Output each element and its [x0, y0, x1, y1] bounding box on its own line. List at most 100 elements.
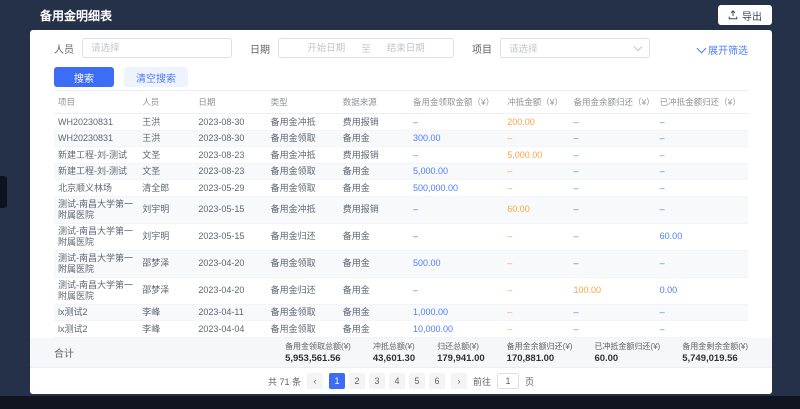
cell-offset-amount: – [503, 250, 569, 277]
cell-received-amount: – [409, 114, 503, 131]
cell-type: 备用金领取 [267, 180, 339, 197]
cell-received-amount: 10,000.00 [409, 321, 503, 338]
table-row[interactable]: lx测试2李峰2023-04-11备用金领取备用金1,000.00––– [54, 304, 748, 321]
expand-filters-link[interactable]: 展开筛选 [698, 42, 748, 57]
summary-group: 备用金余额归还(¥)170,881.00 [507, 341, 573, 364]
table-row[interactable]: 新建工程-刘-测试文圣2023-08-23备用金冲抵费用报销–5,000.00–… [54, 147, 748, 164]
table-row[interactable]: WH20230831王洪2023-08-30备用金冲抵费用报销–200.00–– [54, 114, 748, 131]
cell-type: 备用金领取 [267, 321, 339, 338]
summary-group-label: 备用金领取总额(¥) [285, 341, 351, 352]
cell-type: 备用金归还 [267, 223, 339, 250]
page-number-button[interactable]: 2 [349, 373, 365, 389]
summary-group: 备用金剩余金额(¥)5,749,019.56 [682, 341, 748, 364]
prev-page-button[interactable]: ‹ [307, 373, 323, 389]
cell-offset-amount: 60.00 [503, 196, 569, 223]
cell-received-amount: 500.00 [409, 250, 503, 277]
cell-type: 备用金冲抵 [267, 114, 339, 131]
cell-received-amount: – [409, 223, 503, 250]
sidebar-collapse-handle[interactable] [0, 176, 7, 208]
col-header-source: 数据来源 [339, 91, 409, 114]
data-table: 项目 人员 日期 类型 数据来源 备用金领取金额（¥） 冲抵金额（¥） 备用金余… [30, 90, 772, 338]
cell-received-amount: 300.00 [409, 130, 503, 147]
date-end-input[interactable] [375, 43, 437, 54]
cell-source: 备用金 [339, 277, 409, 304]
bottom-taskbar [0, 396, 800, 409]
cell-project: lx测试2 [54, 304, 138, 321]
goto-page-prefix: 前往 [473, 375, 491, 388]
cell-balance-return: – [569, 196, 655, 223]
cell-project: lx测试2 [54, 321, 138, 338]
cell-person: 刘宇明 [138, 223, 194, 250]
page-number-button[interactable]: 5 [409, 373, 425, 389]
table-row[interactable]: 测试-南昌大学第一附属医院刘宇明2023-05-15备用金归还备用金–––60.… [54, 223, 748, 250]
cell-balance-return: – [569, 130, 655, 147]
cell-type: 备用金领取 [267, 250, 339, 277]
cell-project: WH20230831 [54, 130, 138, 147]
cell-balance-return: 100.00 [569, 277, 655, 304]
summary-group-label: 备用金余额归还(¥) [507, 341, 573, 352]
project-select[interactable]: 请选择 [500, 38, 650, 58]
page-title: 备用金明细表 [40, 7, 112, 24]
cell-project: WH20230831 [54, 114, 138, 131]
export-button[interactable]: 导出 [718, 5, 772, 25]
col-header-balance-return: 备用金余额归还（¥） [569, 91, 655, 114]
col-header-received-amount: 备用金领取金额（¥） [409, 91, 503, 114]
pager-pages: 123456 [329, 373, 445, 389]
cell-project: 新建工程-刘-测试 [54, 163, 138, 180]
page-number-button[interactable]: 1 [329, 373, 345, 389]
cell-source: 备用金 [339, 180, 409, 197]
cell-source: 备用金 [339, 304, 409, 321]
date-start-input[interactable] [295, 43, 357, 54]
cell-received-amount: 5,000.00 [409, 163, 503, 180]
search-button[interactable]: 搜索 [54, 67, 114, 87]
date-filter: 日期 至 [250, 38, 454, 58]
next-page-button[interactable]: › [451, 373, 467, 389]
cell-date: 2023-04-20 [194, 277, 266, 304]
page-number-button[interactable]: 3 [369, 373, 385, 389]
table-row[interactable]: 测试-南昌大学第一附属医院邵梦泽2023-04-20备用金领取备用金500.00… [54, 250, 748, 277]
table-row[interactable]: 新建工程-刘-测试文圣2023-08-23备用金领取备用金5,000.00––– [54, 163, 748, 180]
goto-page-input[interactable] [497, 373, 519, 389]
summary-group: 备用金领取总额(¥)5,953,561.56 [285, 341, 351, 364]
cell-date: 2023-04-20 [194, 250, 266, 277]
page-number-button[interactable]: 4 [389, 373, 405, 389]
cell-date: 2023-05-15 [194, 223, 266, 250]
cell-person: 王洪 [138, 114, 194, 131]
cell-offset-return: – [656, 304, 748, 321]
cell-offset-return: – [656, 196, 748, 223]
col-header-type: 类型 [267, 91, 339, 114]
cell-date: 2023-08-30 [194, 114, 266, 131]
expand-filters-label: 展开筛选 [708, 42, 748, 57]
clear-search-button[interactable]: 清空搜索 [124, 67, 188, 87]
cell-source: 费用报销 [339, 147, 409, 164]
cell-offset-amount: – [503, 321, 569, 338]
cell-date: 2023-08-23 [194, 163, 266, 180]
chevron-left-icon: ‹ [313, 376, 316, 386]
table-row[interactable]: WH20230831王洪2023-08-30备用金领取备用金300.00––– [54, 130, 748, 147]
cell-source: 备用金 [339, 223, 409, 250]
cell-offset-amount: – [503, 277, 569, 304]
summary-group-value: 170,881.00 [507, 353, 555, 364]
table-row[interactable]: 测试-南昌大学第一附属医院邵梦泽2023-04-20备用金归还备用金––100.… [54, 277, 748, 304]
person-select-input[interactable] [82, 38, 232, 58]
date-range-picker[interactable]: 至 [278, 38, 454, 58]
summary-group-label: 归还总额(¥) [437, 341, 479, 352]
cell-offset-return: 0.00 [656, 277, 748, 304]
cell-project: 测试-南昌大学第一附属医院 [54, 277, 138, 304]
table-row[interactable]: 北京顺义林场清全郎2023-05-29备用金领取备用金500,000.00––– [54, 180, 748, 197]
chevron-right-icon: › [457, 376, 460, 386]
cell-offset-return: – [656, 147, 748, 164]
cell-balance-return: – [569, 180, 655, 197]
col-header-project: 项目 [54, 91, 138, 114]
person-filter-label: 人员 [54, 41, 74, 56]
page-number-button[interactable]: 6 [429, 373, 445, 389]
table-row[interactable]: 测试-南昌大学第一附属医院刘宇明2023-05-15备用金冲抵费用报销–60.0… [54, 196, 748, 223]
summary-groups: 备用金领取总额(¥)5,953,561.56冲抵总额(¥)43,601.30归还… [285, 341, 748, 364]
date-range-separator: 至 [361, 41, 371, 55]
top-header: 备用金明细表 导出 [0, 0, 800, 30]
cell-source: 费用报销 [339, 114, 409, 131]
cell-person: 王洪 [138, 130, 194, 147]
summary-group-label: 已冲抵金额归还(¥) [594, 341, 660, 352]
cell-person: 李峰 [138, 321, 194, 338]
table-row[interactable]: lx测试2李峰2023-04-04备用金领取备用金10,000.00––– [54, 321, 748, 338]
